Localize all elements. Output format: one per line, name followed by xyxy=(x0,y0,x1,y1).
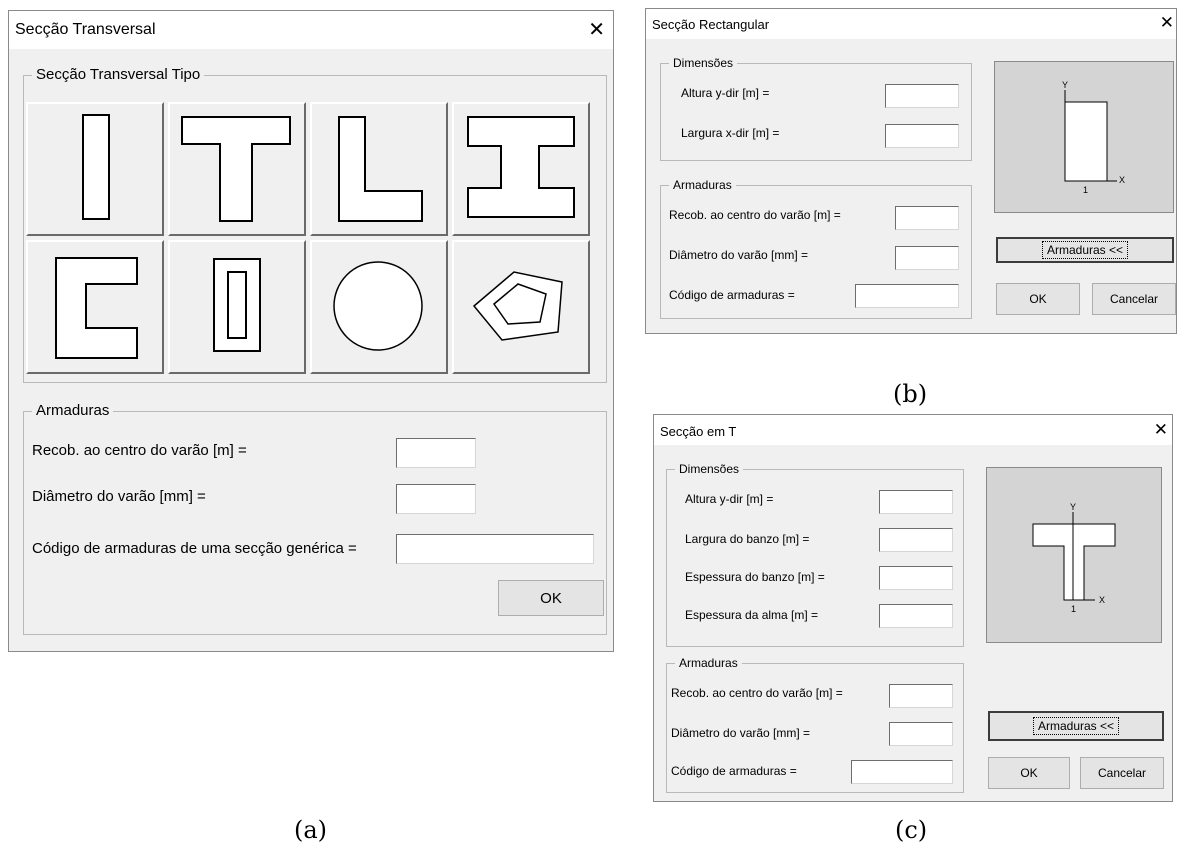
rectangular-section-diagram: Y X 1 xyxy=(1062,80,1125,195)
recob-field[interactable] xyxy=(889,684,953,708)
caption-b: (b) xyxy=(893,380,928,408)
ok-button[interactable]: OK xyxy=(996,283,1080,315)
group-armaduras-legend: Armaduras xyxy=(669,178,736,192)
axis-x-label: X xyxy=(1119,175,1125,185)
recob-label: Recob. ao centro do varão [m] = xyxy=(671,686,843,700)
group-armaduras: Armaduras Recob. ao centro do varão [m] … xyxy=(23,402,607,635)
t-section-button[interactable] xyxy=(168,102,306,236)
i-section-button[interactable] xyxy=(452,102,590,236)
cancel-button[interactable]: Cancelar xyxy=(1080,757,1164,789)
armaduras-toggle-label: Armaduras << xyxy=(1032,717,1120,735)
espessura-alma-field[interactable] xyxy=(879,604,953,628)
window-title: Secção em T xyxy=(660,424,737,439)
largura-field[interactable] xyxy=(885,124,959,148)
section-preview: Y X 1 xyxy=(994,61,1174,213)
largura-banzo-field[interactable] xyxy=(879,528,953,552)
dialog-seccao-rectangular: Secção Rectangular ✕ Dimensões Altura y-… xyxy=(645,8,1177,334)
ok-button[interactable]: OK xyxy=(498,580,604,616)
espessura-banzo-label: Espessura do banzo [m] = xyxy=(685,570,825,584)
hollow-rectangle-section-button[interactable] xyxy=(168,240,306,374)
window-title: Secção Transversal xyxy=(15,21,156,38)
close-icon[interactable]: ✕ xyxy=(1160,13,1174,33)
codigo-field[interactable] xyxy=(851,760,953,784)
group-dimensoes-legend: Dimensões xyxy=(675,462,744,476)
codigo-field[interactable] xyxy=(855,284,959,308)
diametro-field[interactable] xyxy=(889,722,953,746)
axis-origin-label: 1 xyxy=(1083,185,1088,195)
diametro-field[interactable] xyxy=(895,246,959,270)
title-bar: Secção Rectangular ✕ xyxy=(646,9,1176,39)
altura-label: Altura y-dir [m] = xyxy=(681,86,770,100)
caption-a: (a) xyxy=(294,816,328,844)
group-dimensoes: Dimensões Altura y-dir [m] = Largura x-d… xyxy=(660,56,972,161)
caption-c: (c) xyxy=(895,816,928,844)
polygonal-section-button[interactable] xyxy=(452,240,590,374)
cancel-button-label: Cancelar xyxy=(1097,766,1147,780)
group-dimensoes: Dimensões Altura y-dir [m] = Largura do … xyxy=(666,462,964,647)
i-section-icon xyxy=(467,116,575,218)
altura-label: Altura y-dir [m] = xyxy=(685,492,774,506)
ok-button-label: OK xyxy=(1029,292,1047,306)
circular-section-button[interactable] xyxy=(310,240,448,374)
group-armaduras-legend: Armaduras xyxy=(675,656,742,670)
close-icon[interactable]: ✕ xyxy=(588,17,605,42)
ok-button-label: OK xyxy=(540,589,562,607)
largura-banzo-label: Largura do banzo [m] = xyxy=(685,532,810,546)
dialog-seccao-transversal: Secção Transversal ✕ Secção Transversal … xyxy=(8,10,614,652)
codigo-label: Código de armaduras = xyxy=(671,764,797,778)
diametro-label: Diâmetro do varão [mm] = xyxy=(671,726,811,740)
close-icon[interactable]: ✕ xyxy=(1154,420,1168,440)
rectangle-section-icon xyxy=(82,114,110,220)
section-preview: Y X 1 xyxy=(986,467,1162,643)
axis-x-label: X xyxy=(1099,595,1105,605)
altura-field[interactable] xyxy=(885,84,959,108)
cancel-button[interactable]: Cancelar xyxy=(1092,283,1176,315)
circular-section-icon xyxy=(333,261,423,351)
l-section-button[interactable] xyxy=(310,102,448,236)
c-section-icon xyxy=(55,257,138,359)
recob-label: Recob. ao centro do varão [m] = xyxy=(32,442,247,459)
recob-label: Recob. ao centro do varão [m] = xyxy=(669,208,841,222)
codigo-field[interactable] xyxy=(396,534,594,564)
group-armaduras: Armaduras Recob. ao centro do varão [m] … xyxy=(660,178,972,319)
window-title: Secção Rectangular xyxy=(652,17,770,32)
espessura-banzo-field[interactable] xyxy=(879,566,953,590)
dialog-seccao-em-t: Secção em T ✕ Dimensões Altura y-dir [m]… xyxy=(653,414,1173,802)
largura-label: Largura x-dir [m] = xyxy=(681,126,780,140)
armaduras-toggle-button[interactable]: Armaduras << xyxy=(988,711,1164,741)
group-armaduras: Armaduras Recob. ao centro do varão [m] … xyxy=(666,656,964,793)
espessura-alma-label: Espessura da alma [m] = xyxy=(685,608,819,622)
title-bar: Secção em T ✕ xyxy=(654,415,1172,445)
armaduras-toggle-label: Armaduras << xyxy=(1041,241,1129,259)
group-seccao-tipo: Secção Transversal Tipo xyxy=(23,66,607,383)
axis-y-label: Y xyxy=(1062,80,1068,90)
armaduras-toggle-button[interactable]: Armaduras << xyxy=(996,237,1174,263)
t-section-diagram: Y X 1 xyxy=(1032,502,1116,614)
group-seccao-tipo-legend: Secção Transversal Tipo xyxy=(32,66,205,83)
group-armaduras-legend: Armaduras xyxy=(32,402,114,419)
t-section-icon xyxy=(181,116,291,222)
recob-field[interactable] xyxy=(396,438,476,468)
l-section-icon xyxy=(338,116,423,222)
polygonal-section-icon xyxy=(472,271,563,341)
diametro-label: Diâmetro do varão [mm] = xyxy=(669,248,809,262)
title-bar: Secção Transversal ✕ xyxy=(9,11,613,49)
group-dimensoes-legend: Dimensões xyxy=(669,56,738,70)
diametro-field[interactable] xyxy=(396,484,476,514)
hollow-rectangle-section-icon xyxy=(213,258,261,352)
axis-origin-label: 1 xyxy=(1071,604,1076,614)
codigo-label: Código de armaduras = xyxy=(669,288,795,302)
altura-field[interactable] xyxy=(879,490,953,514)
ok-button-label: OK xyxy=(1020,766,1038,780)
c-section-button[interactable] xyxy=(26,240,164,374)
rectangle-section-button[interactable] xyxy=(26,102,164,236)
recob-field[interactable] xyxy=(895,206,959,230)
codigo-label: Código de armaduras de uma secção genéri… xyxy=(32,540,357,557)
cancel-button-label: Cancelar xyxy=(1109,292,1159,306)
ok-button[interactable]: OK xyxy=(988,757,1070,789)
diametro-label: Diâmetro do varão [mm] = xyxy=(32,488,206,505)
axis-y-label: Y xyxy=(1070,502,1076,512)
